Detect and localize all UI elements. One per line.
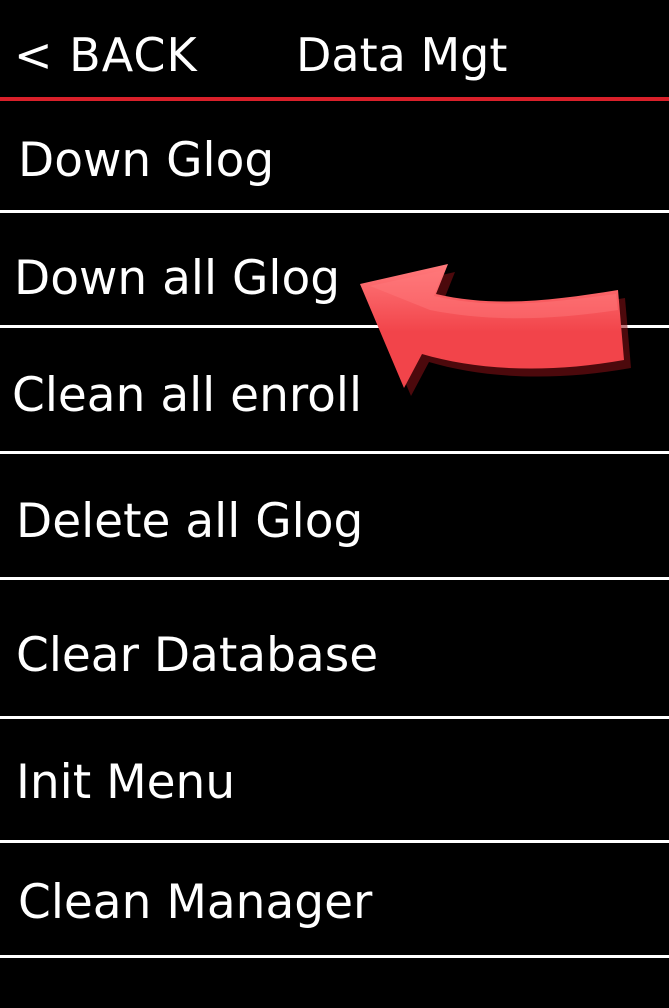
menu-item-label: Clean Manager	[18, 875, 373, 930]
menu-item-down-glog[interactable]: Down Glog	[0, 120, 669, 210]
divider	[0, 955, 669, 958]
divider	[0, 577, 669, 580]
menu-item-clean-manager[interactable]: Clean Manager	[0, 844, 669, 954]
menu-item-label: Init Menu	[16, 755, 236, 810]
header-accent-rule	[0, 97, 669, 101]
menu-item-delete-all-glog[interactable]: Delete all Glog	[0, 455, 669, 575]
menu-item-label: Clear Database	[16, 628, 379, 683]
menu-item-label: Delete all Glog	[16, 494, 364, 549]
menu-item-clear-database[interactable]: Clear Database	[0, 581, 669, 715]
header-bar: < BACK Data Mgt	[0, 0, 669, 101]
divider	[0, 451, 669, 454]
curved-arrow-icon	[360, 264, 631, 396]
menu-item-label: Down Glog	[18, 133, 275, 188]
page-title: Data Mgt	[296, 28, 508, 82]
divider	[0, 840, 669, 843]
menu-item-label: Down all Glog	[14, 251, 341, 306]
divider	[0, 210, 669, 213]
back-button[interactable]: < BACK	[14, 26, 198, 84]
divider	[0, 716, 669, 719]
menu-item-init-menu[interactable]: Init Menu	[0, 720, 669, 838]
menu-item-label: Clean all enroll	[12, 368, 363, 423]
